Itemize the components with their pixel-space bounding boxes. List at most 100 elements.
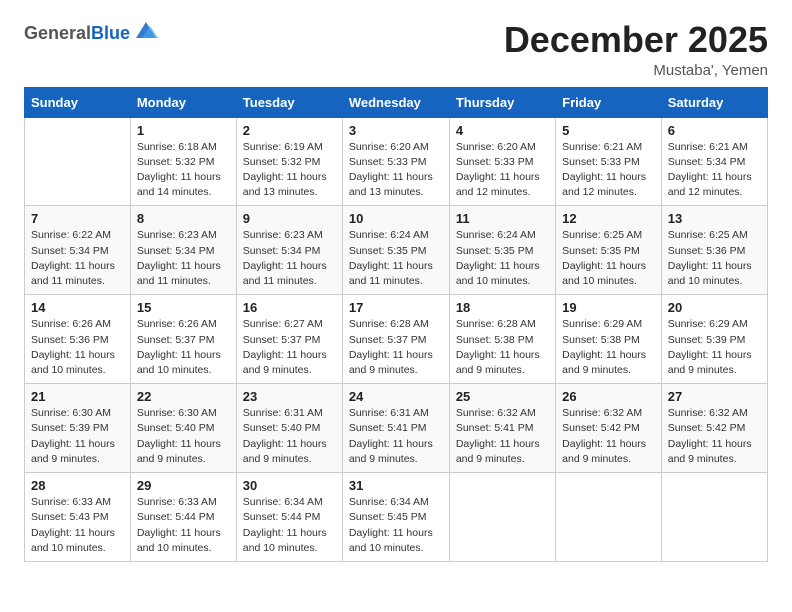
calendar-week-row: 1 Sunrise: 6:18 AMSunset: 5:32 PMDaylight… [25,117,768,206]
calendar-cell: 13Sunrise: 6:25 AMSunset: 5:36 PMDayligh… [661,206,767,295]
calendar-cell: 21 Sunrise: 6:30 AMSunset: 5:39 PMDayligh… [25,384,131,473]
cell-info: Sunrise: 6:22 AMSunset: 5:34 PMDaylight:… [31,228,124,289]
calendar-cell: 22 Sunrise: 6:30 AMSunset: 5:40 PMDayligh… [130,384,236,473]
calendar-cell: 4 Sunrise: 6:20 AMSunset: 5:33 PMDaylight… [449,117,555,206]
cell-info: Sunrise: 6:30 AMSunset: 5:40 PMDaylight:… [137,406,230,467]
cell-info: Sunrise: 6:33 AMSunset: 5:44 PMDaylight:… [137,495,230,556]
calendar-cell: 8 Sunrise: 6:23 AMSunset: 5:34 PMDaylight… [130,206,236,295]
calendar-cell: 5 Sunrise: 6:21 AMSunset: 5:33 PMDaylight… [556,117,662,206]
cell-info: Sunrise: 6:31 AMSunset: 5:40 PMDaylight:… [243,406,336,467]
calendar-week-row: 14 Sunrise: 6:26 AMSunset: 5:36 PMDayligh… [25,295,768,384]
calendar-cell: 28 Sunrise: 6:33 AMSunset: 5:43 PMDayligh… [25,473,131,562]
day-number: 14 [31,300,124,315]
cell-info: Sunrise: 6:33 AMSunset: 5:43 PMDaylight:… [31,495,124,556]
day-number: 8 [137,211,230,226]
day-number: 1 [137,123,230,138]
calendar-week-row: 7Sunrise: 6:22 AMSunset: 5:34 PMDaylight… [25,206,768,295]
day-number: 21 [31,389,124,404]
day-number: 25 [456,389,549,404]
day-number: 18 [456,300,549,315]
calendar-week-row: 21 Sunrise: 6:30 AMSunset: 5:39 PMDayligh… [25,384,768,473]
day-number: 3 [349,123,443,138]
cell-info: Sunrise: 6:24 AMSunset: 5:35 PMDaylight:… [456,228,549,289]
header-day-tuesday: Tuesday [236,87,342,117]
cell-info: Sunrise: 6:21 AMSunset: 5:33 PMDaylight:… [562,140,655,201]
cell-info: Sunrise: 6:26 AMSunset: 5:36 PMDaylight:… [31,317,124,378]
day-number: 22 [137,389,230,404]
day-number: 27 [668,389,761,404]
header-day-monday: Monday [130,87,236,117]
day-number: 17 [349,300,443,315]
day-number: 28 [31,478,124,493]
calendar-cell: 23 Sunrise: 6:31 AMSunset: 5:40 PMDayligh… [236,384,342,473]
calendar-cell: 12 Sunrise: 6:25 AMSunset: 5:35 PMDayligh… [556,206,662,295]
logo-blue-text: Blue [91,23,130,43]
calendar-cell [449,473,555,562]
cell-info: Sunrise: 6:30 AMSunset: 5:39 PMDaylight:… [31,406,124,467]
cell-info: Sunrise: 6:24 AMSunset: 5:35 PMDaylight:… [349,228,443,289]
day-number: 30 [243,478,336,493]
cell-info: Sunrise: 6:23 AMSunset: 5:34 PMDaylight:… [137,228,230,289]
month-title: December 2025 [504,20,768,60]
cell-info: Sunrise: 6:32 AMSunset: 5:42 PMDaylight:… [668,406,761,467]
cell-info: Sunrise: 6:20 AMSunset: 5:33 PMDaylight:… [456,140,549,201]
calendar-cell: 11 Sunrise: 6:24 AMSunset: 5:35 PMDayligh… [449,206,555,295]
cell-info: Sunrise: 6:19 AMSunset: 5:32 PMDaylight:… [243,140,336,201]
day-number: 29 [137,478,230,493]
cell-info: Sunrise: 6:28 AMSunset: 5:37 PMDaylight:… [349,317,443,378]
title-block: December 2025 Mustaba', Yemen [504,20,768,79]
calendar-cell: 17 Sunrise: 6:28 AMSunset: 5:37 PMDayligh… [342,295,449,384]
calendar-cell: 29 Sunrise: 6:33 AMSunset: 5:44 PMDayligh… [130,473,236,562]
cell-info: Sunrise: 6:31 AMSunset: 5:41 PMDaylight:… [349,406,443,467]
cell-info: Sunrise: 6:34 AMSunset: 5:44 PMDaylight:… [243,495,336,556]
header-day-thursday: Thursday [449,87,555,117]
cell-info: Sunrise: 6:29 AMSunset: 5:38 PMDaylight:… [562,317,655,378]
cell-info: Sunrise: 6:26 AMSunset: 5:37 PMDaylight:… [137,317,230,378]
calendar-cell [661,473,767,562]
day-number: 10 [349,211,443,226]
day-number: 12 [562,211,655,226]
logo: GeneralBlue [24,20,160,48]
calendar-cell: 15 Sunrise: 6:26 AMSunset: 5:37 PMDayligh… [130,295,236,384]
calendar-week-row: 28 Sunrise: 6:33 AMSunset: 5:43 PMDayligh… [25,473,768,562]
calendar-cell [556,473,662,562]
day-number: 19 [562,300,655,315]
cell-info: Sunrise: 6:25 AMSunset: 5:35 PMDaylight:… [562,228,655,289]
cell-info: Sunrise: 6:25 AMSunset: 5:36 PMDaylight:… [668,228,761,289]
calendar-cell: 2Sunrise: 6:19 AMSunset: 5:32 PMDaylight… [236,117,342,206]
day-number: 6 [668,123,761,138]
logo-general-text: General [24,23,91,43]
cell-info: Sunrise: 6:23 AMSunset: 5:34 PMDaylight:… [243,228,336,289]
calendar-cell: 20 Sunrise: 6:29 AMSunset: 5:39 PMDayligh… [661,295,767,384]
calendar-cell: 27 Sunrise: 6:32 AMSunset: 5:42 PMDayligh… [661,384,767,473]
day-number: 16 [243,300,336,315]
calendar-table: SundayMondayTuesdayWednesdayThursdayFrid… [24,87,768,562]
calendar-cell: 19 Sunrise: 6:29 AMSunset: 5:38 PMDayligh… [556,295,662,384]
calendar-cell: 18 Sunrise: 6:28 AMSunset: 5:38 PMDayligh… [449,295,555,384]
day-number: 4 [456,123,549,138]
day-number: 26 [562,389,655,404]
calendar-cell: 30 Sunrise: 6:34 AMSunset: 5:44 PMDayligh… [236,473,342,562]
day-number: 5 [562,123,655,138]
cell-info: Sunrise: 6:29 AMSunset: 5:39 PMDaylight:… [668,317,761,378]
cell-info: Sunrise: 6:32 AMSunset: 5:42 PMDaylight:… [562,406,655,467]
calendar-cell: 7Sunrise: 6:22 AMSunset: 5:34 PMDaylight… [25,206,131,295]
day-number: 31 [349,478,443,493]
header-day-saturday: Saturday [661,87,767,117]
day-number: 15 [137,300,230,315]
calendar-cell: 25Sunrise: 6:32 AMSunset: 5:41 PMDayligh… [449,384,555,473]
cell-info: Sunrise: 6:28 AMSunset: 5:38 PMDaylight:… [456,317,549,378]
cell-info: Sunrise: 6:18 AMSunset: 5:32 PMDaylight:… [137,140,230,201]
day-number: 23 [243,389,336,404]
header-day-friday: Friday [556,87,662,117]
calendar-cell: 3 Sunrise: 6:20 AMSunset: 5:33 PMDaylight… [342,117,449,206]
calendar-cell: 9Sunrise: 6:23 AMSunset: 5:34 PMDaylight… [236,206,342,295]
cell-info: Sunrise: 6:20 AMSunset: 5:33 PMDaylight:… [349,140,443,201]
calendar-cell: 16Sunrise: 6:27 AMSunset: 5:37 PMDayligh… [236,295,342,384]
day-number: 11 [456,211,549,226]
day-number: 24 [349,389,443,404]
calendar-cell: 31Sunrise: 6:34 AMSunset: 5:45 PMDayligh… [342,473,449,562]
day-number: 20 [668,300,761,315]
calendar-cell: 24 Sunrise: 6:31 AMSunset: 5:41 PMDayligh… [342,384,449,473]
calendar-cell: 6Sunrise: 6:21 AMSunset: 5:34 PMDaylight… [661,117,767,206]
